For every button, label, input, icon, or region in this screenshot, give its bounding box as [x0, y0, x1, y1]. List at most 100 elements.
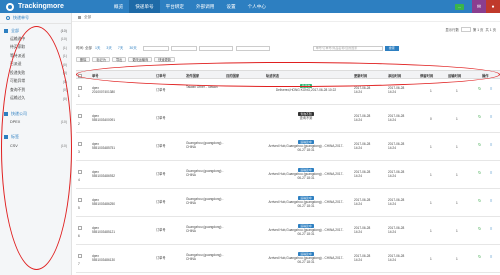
more-icon[interactable]: ≡	[490, 198, 492, 203]
sidebar-item[interactable]: 等待派送 (1)	[0, 52, 71, 61]
origin-country: Guangzhou (guangdong) - CHINA	[186, 169, 224, 178]
sidebar-header[interactable]: 快递单号	[0, 13, 71, 24]
more-icon[interactable]: ≡	[490, 226, 492, 231]
tracking-number[interactable]: 5551003486250	[92, 202, 142, 206]
brand-logo[interactable]: Trackingmore	[0, 0, 108, 13]
time-filter-option[interactable]: 30天	[129, 46, 136, 51]
tracking-number[interactable]: 5551003400091	[92, 118, 142, 122]
column-header[interactable]: 轨迹状态	[266, 71, 279, 80]
order-number[interactable]: 订单号	[156, 172, 166, 176]
row-checkbox[interactable]	[78, 254, 82, 258]
nav-item[interactable]: 外部调用	[190, 0, 220, 13]
table-row[interactable]: 4 dpex 5551003486932 订单号 Guangzhou (guangdon…	[76, 164, 500, 189]
refresh-icon[interactable]: ↻	[478, 114, 481, 119]
updated-time: 2017-06-28 14:24	[354, 226, 371, 235]
refresh-icon[interactable]: ↻	[478, 86, 481, 91]
column-header[interactable]: 目的国家	[226, 71, 239, 80]
date-end-input[interactable]	[170, 45, 197, 51]
home-icon[interactable]	[78, 15, 81, 19]
table-row[interactable]: 7 dpex 5551003486130 订单号 Guangzhou (guangdon…	[76, 248, 500, 273]
tag-select[interactable]	[235, 45, 270, 51]
tracking-status-cell: 运输途中 Arrived Hub,Guangzhou (guangdong) - …	[268, 252, 344, 265]
nav-item[interactable]: 概览	[108, 0, 129, 13]
order-number[interactable]: 订单号	[156, 256, 166, 260]
row-checkbox[interactable]	[78, 114, 82, 118]
section-count: (10)	[60, 28, 67, 33]
table-row[interactable]: 1 dpex 2010007401380 订单号 Taiwan Other - Taiw…	[76, 80, 500, 105]
sidebar-item[interactable]: CSV (10)	[0, 142, 71, 151]
toolbar-button[interactable]: 导出	[111, 56, 127, 63]
row-checkbox[interactable]	[78, 86, 82, 90]
row-checkbox[interactable]	[78, 170, 82, 174]
sidebar-section[interactable]: 全部 (10)	[0, 26, 71, 35]
refresh-icon[interactable]: ↻	[478, 198, 481, 203]
refresh-icon[interactable]: ↻	[478, 170, 481, 175]
column-header[interactable]: 发件国家	[186, 71, 199, 80]
sidebar-item[interactable]: 可能异常 (0)	[0, 78, 71, 87]
column-header[interactable]: 添加时间	[388, 71, 401, 80]
column-header[interactable]: 更新时间	[354, 71, 367, 80]
row-checkbox[interactable]	[78, 142, 82, 146]
sidebar-item[interactable]: 待买家取 (1)	[0, 44, 71, 53]
tracking-number[interactable]: 5551003485121	[92, 230, 142, 234]
toolbar-button[interactable]: 删除	[76, 56, 91, 63]
more-icon[interactable]: ≡	[490, 86, 492, 91]
search-button[interactable]: 搜索	[384, 45, 399, 51]
nav-item[interactable]: 快递单号	[129, 0, 160, 13]
nav-item[interactable]: 个人中心	[242, 0, 272, 13]
toolbar-button[interactable]: 标记为	[92, 56, 110, 63]
sidebar-item[interactable]: 查询不到 (0)	[0, 86, 71, 95]
select-all-checkbox[interactable]	[78, 73, 82, 78]
nav-item[interactable]: 平台绑定	[160, 0, 190, 13]
toolbar-button[interactable]: 快速更新	[154, 56, 175, 63]
order-number[interactable]: 订单号	[156, 200, 166, 204]
column-header[interactable]: 停留时间	[420, 71, 433, 80]
order-number[interactable]: 订单号	[156, 116, 166, 120]
more-icon[interactable]: ≡	[490, 114, 492, 119]
stay-days: 1	[430, 89, 432, 93]
sidebar-item[interactable]: 已派送 (0)	[0, 61, 71, 70]
row-checkbox[interactable]	[78, 226, 82, 230]
more-icon[interactable]: ≡	[490, 142, 492, 147]
sidebar-item[interactable]: 运输途中 (10)	[0, 35, 71, 44]
column-header[interactable]: 订单号	[156, 71, 166, 80]
time-filter-option[interactable]: 1天	[95, 46, 100, 51]
date-start-input[interactable]	[142, 45, 169, 51]
sidebar-item[interactable]: 运输过久 (0)	[0, 95, 71, 104]
row-checkbox[interactable]	[78, 198, 82, 202]
user-icon[interactable]: ●	[486, 0, 500, 13]
table-row[interactable]: 5 dpex 5551003486250 订单号 Guangzhou (guangdon…	[76, 192, 500, 217]
status-badge[interactable]: ...	[455, 3, 464, 10]
column-header[interactable]: 操作	[482, 71, 489, 80]
table-row[interactable]: 6 dpex 5551003485121 订单号 Guangzhou (guangdon…	[76, 220, 500, 245]
table-row[interactable]: 2 dpex 5551003400091 订单号 查询不到 查询不到 2017-06-28 …	[76, 108, 500, 133]
rows-select[interactable]	[460, 27, 471, 32]
time-filter-option[interactable]: 7天	[118, 46, 123, 51]
carrier-select[interactable]	[198, 45, 233, 51]
tracking-number[interactable]: 5551003486932	[92, 174, 142, 178]
order-number[interactable]: 订单号	[156, 228, 166, 232]
time-filter-option[interactable]: 3天	[106, 46, 111, 51]
notification-icon[interactable]: ✉	[472, 0, 486, 13]
refresh-icon[interactable]: ↻	[478, 142, 481, 147]
order-number[interactable]: 订单号	[156, 88, 166, 92]
more-icon[interactable]: ≡	[490, 170, 492, 175]
order-number[interactable]: 订单号	[156, 144, 166, 148]
toolbar-button[interactable]: 更改运输商	[128, 56, 153, 63]
sidebar-section[interactable]: 快递公司	[0, 109, 71, 118]
more-icon[interactable]: ≡	[490, 254, 492, 259]
column-header[interactable]: 单号	[92, 71, 99, 80]
column-header[interactable]: 运输时间	[448, 71, 461, 80]
table-row[interactable]: 3 dpex 5551003485751 订单号 Guangzhou (guangdon…	[76, 136, 500, 161]
sidebar-item[interactable]: DPEX (10)	[0, 118, 71, 127]
tracking-number[interactable]: 5551003486130	[92, 258, 142, 262]
breadcrumb: 全部	[72, 13, 500, 22]
sidebar-section[interactable]: 标签	[0, 133, 71, 142]
tracking-number[interactable]: 5551003485751	[92, 146, 142, 150]
refresh-icon[interactable]: ↻	[478, 226, 481, 231]
nav-item[interactable]: 设置	[220, 0, 241, 13]
search-input[interactable]: 单号/订单号/商品名称/目的国家	[312, 45, 383, 51]
sidebar-item[interactable]: 投递失败 (0)	[0, 69, 71, 78]
tracking-number[interactable]: 2010007401380	[92, 90, 142, 94]
refresh-icon[interactable]: ↻	[478, 254, 481, 259]
